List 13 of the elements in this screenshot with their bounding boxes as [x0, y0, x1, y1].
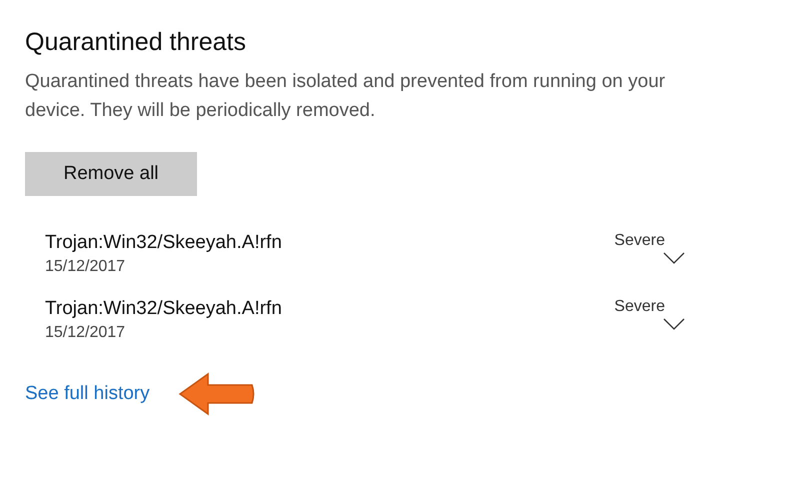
threat-date: 15/12/2017	[45, 324, 126, 342]
remove-all-button[interactable]: Remove all	[25, 152, 197, 196]
arrow-icon	[178, 372, 256, 416]
section-title: Quarantined threats	[25, 28, 247, 57]
history-link[interactable]: See full history	[25, 383, 150, 405]
description-text: Quarantined threats have been isolated and prevented from running on your device. They will be periodically removed.	[25, 70, 666, 123]
severity-label: Severe	[614, 298, 665, 316]
threat-name: Trojan:Win32/Skeeyah.A!rfn	[45, 232, 282, 254]
chevron-icon[interactable]	[663, 318, 685, 330]
severity-label: Severe	[614, 232, 665, 250]
threat-name: Trojan:Win32/Skeeyah.A!rfn	[45, 298, 282, 320]
threat-date: 15/12/2017	[45, 258, 126, 276]
chevron-icon[interactable]	[663, 252, 685, 264]
